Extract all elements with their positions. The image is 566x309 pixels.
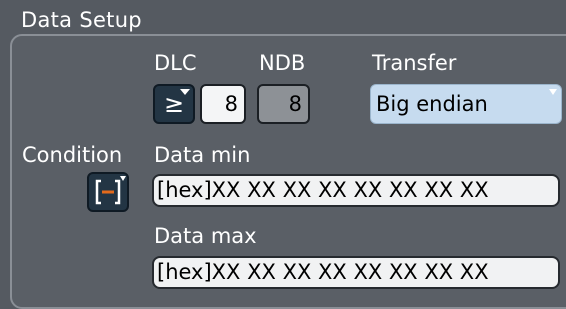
data-min-input[interactable]: [hex]XX XX XX XX XX XX XX XX [152,174,560,207]
data-max-label: Data max [154,224,257,248]
dropdown-arrow-icon [549,89,557,95]
data-min-label: Data min [154,143,251,167]
dlc-label: DLC [154,51,197,75]
corner-triangle-icon [180,89,190,95]
transfer-selected-value: Big endian [376,92,488,116]
dlc-value-field[interactable]: 8 [200,84,246,124]
condition-button[interactable] [87,172,129,212]
ndb-label: NDB [259,51,306,75]
transfer-dropdown[interactable]: Big endian [370,84,562,124]
data-max-input[interactable]: [hex]XX XX XX XX XX XX XX XX [152,256,560,289]
dlc-operator-button[interactable]: ≥ [153,84,195,124]
ndb-value-field[interactable]: 8 [257,84,310,124]
range-bracket-icon [95,176,126,205]
condition-label: Condition [22,143,123,167]
transfer-label: Transfer [372,51,457,75]
dialog-title: Data Setup [21,8,146,32]
